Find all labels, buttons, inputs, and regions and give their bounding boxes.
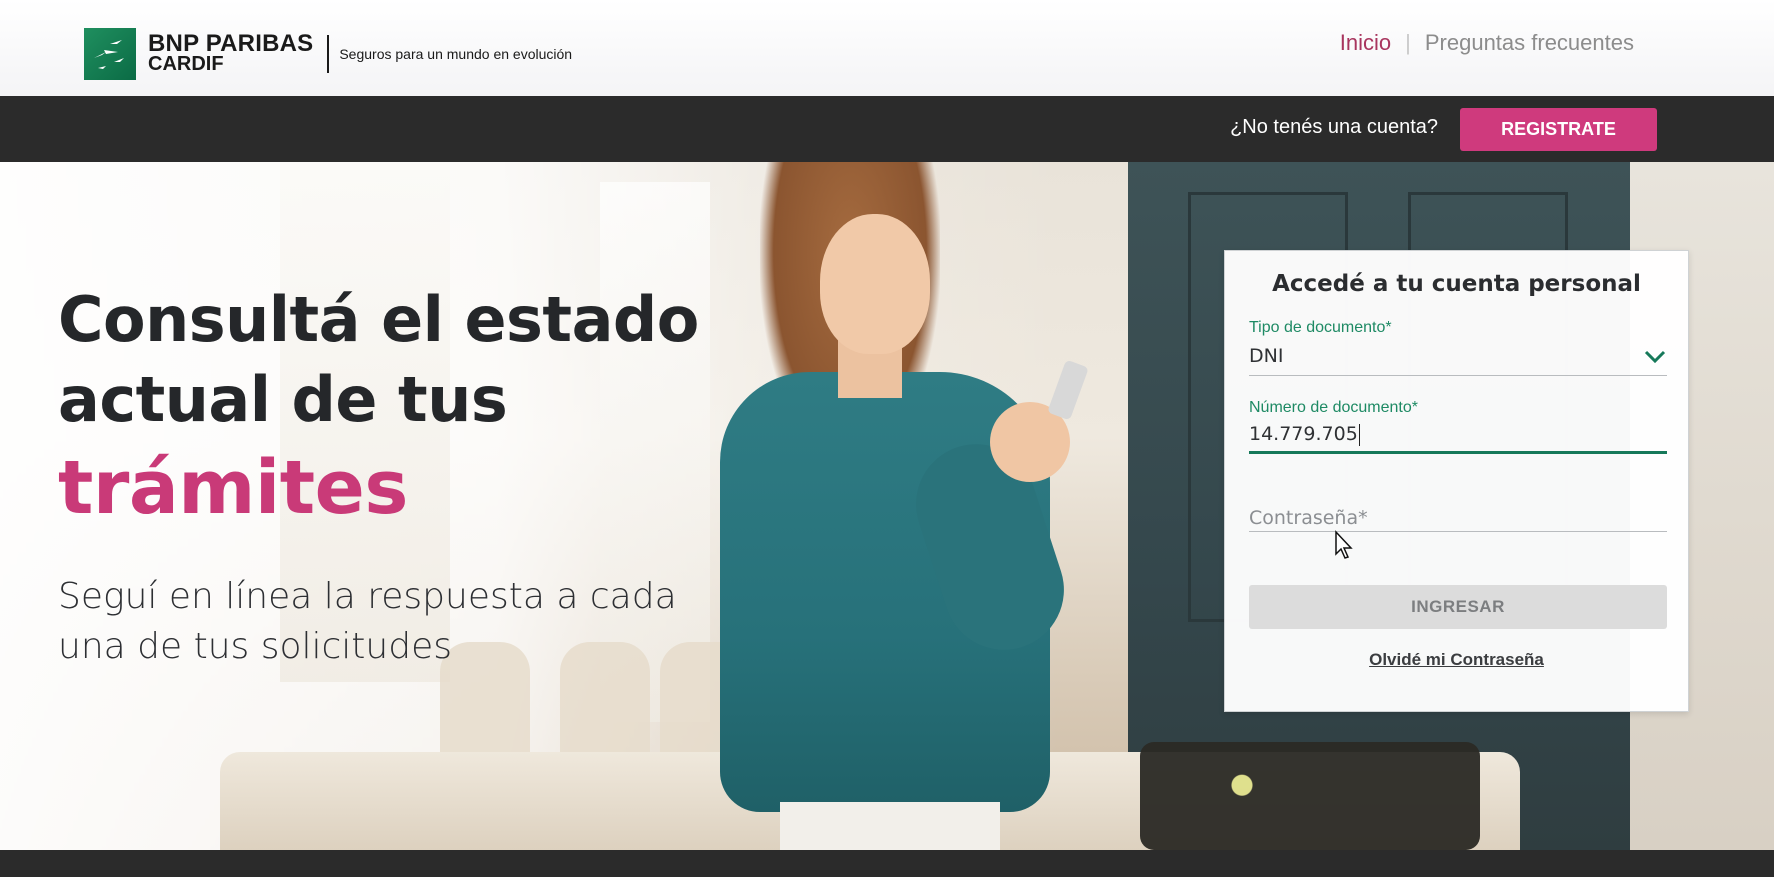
background-pillow	[1140, 742, 1480, 850]
woman-pants	[780, 802, 1000, 850]
top-navigation: Inicio | Preguntas frecuentes	[1340, 30, 1634, 56]
account-bar: ¿No tenés una cuenta? REGISTRATE	[0, 96, 1774, 162]
chevron-down-icon[interactable]	[1643, 349, 1667, 369]
doc-type-value[interactable]: DNI	[1249, 345, 1667, 367]
login-card: Accedé a tu cuenta personal Tipo de docu…	[1224, 250, 1689, 712]
nav-separator: |	[1405, 30, 1411, 55]
login-submit-button[interactable]: INGRESAR	[1249, 585, 1667, 629]
headline-line-2: actual de tus	[58, 363, 508, 436]
login-title: Accedé a tu cuenta personal	[1272, 271, 1641, 297]
headline-accent: trámites	[58, 445, 408, 531]
nav-link-faq[interactable]: Preguntas frecuentes	[1425, 30, 1634, 56]
phone	[1047, 359, 1089, 421]
register-button[interactable]: REGISTRATE	[1460, 108, 1657, 151]
site-header: BNP PARIBAS CARDIF Seguros para un mundo…	[0, 0, 1774, 96]
hero-headline: Consultá el estado actual de tus trámite…	[58, 280, 699, 536]
doc-number-label: Número de documento*	[1249, 399, 1418, 416]
password-underline	[1249, 531, 1667, 532]
brand-line-2: CARDIF	[148, 53, 224, 75]
doc-number-underline	[1249, 451, 1667, 454]
headline-line-1: Consultá el estado	[58, 283, 699, 356]
hero-subheadline: Seguí en línea la respuesta a cada una d…	[58, 576, 677, 667]
woman-face	[820, 214, 930, 354]
forgot-password-link[interactable]: Olvidé mi Contraseña	[1225, 650, 1688, 670]
brand-name: BNP PARIBAS CARDIF	[148, 30, 314, 75]
nav-link-inicio[interactable]: Inicio	[1340, 30, 1391, 56]
bnp-paribas-logo-icon	[84, 28, 136, 80]
footer-bar	[0, 850, 1774, 877]
doc-number-input-wrap[interactable]: 14.779.705	[1249, 423, 1667, 446]
text-caret	[1358, 423, 1360, 446]
mouse-pointer-icon	[1334, 530, 1354, 564]
logo-divider	[327, 35, 330, 73]
doc-number-input[interactable]: 14.779.705	[1249, 423, 1358, 445]
doc-type-label: Tipo de documento*	[1249, 319, 1392, 336]
brand-tagline: Seguros para un mundo en evolución	[339, 46, 573, 62]
brand-logo[interactable]: BNP PARIBAS CARDIF Seguros para un mundo…	[84, 28, 572, 80]
no-account-text: ¿No tenés una cuenta?	[1230, 116, 1438, 138]
brand-line-1: BNP PARIBAS	[148, 30, 314, 57]
password-input[interactable]: Contraseña*	[1249, 507, 1667, 529]
doc-type-underline	[1249, 375, 1667, 376]
